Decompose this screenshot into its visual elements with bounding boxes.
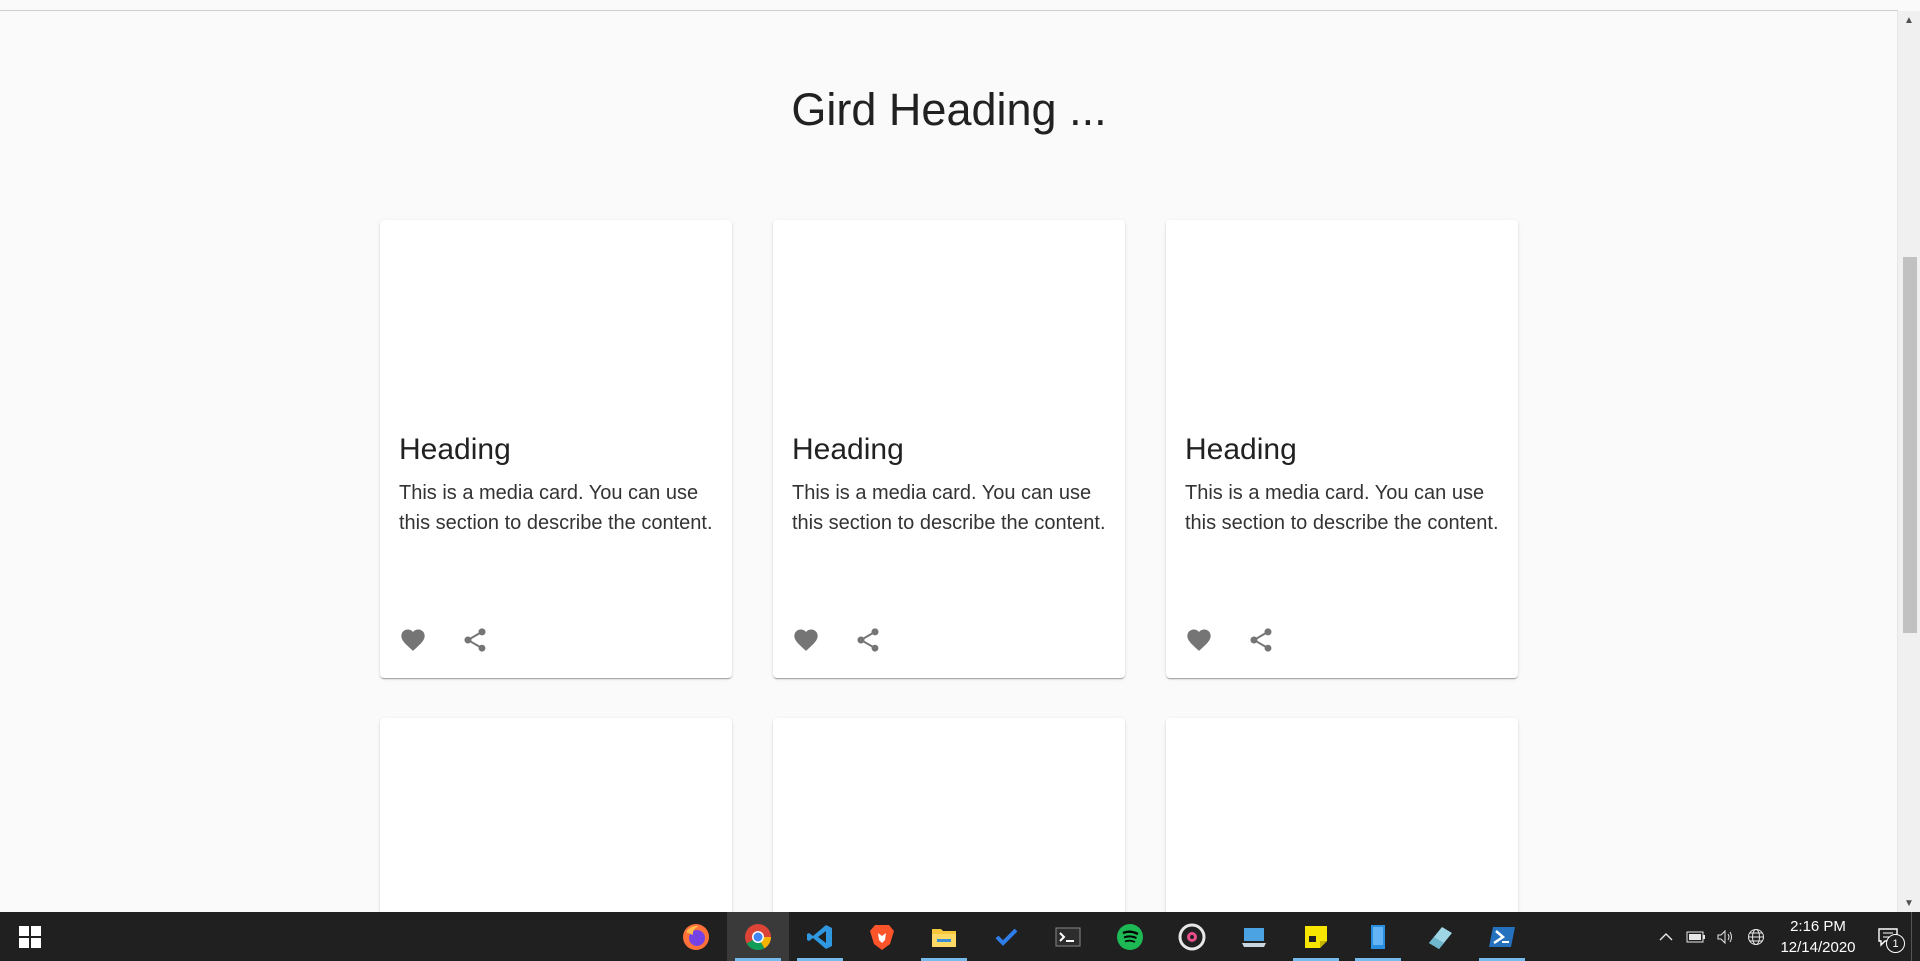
scroll-up-arrow-icon[interactable]: ▲ bbox=[1898, 11, 1920, 29]
file-explorer-icon[interactable] bbox=[913, 912, 975, 961]
card-title: Heading bbox=[792, 433, 904, 466]
grid-heading: Gird Heading ... bbox=[791, 84, 1107, 135]
system-tray: 2:16 PM 12/14/2020 1 bbox=[1651, 912, 1920, 961]
vertical-scrollbar[interactable]: ▲ ▼ bbox=[1897, 11, 1920, 912]
scroll-down-arrow-icon[interactable]: ▼ bbox=[1898, 894, 1920, 912]
notification-center-icon[interactable]: 1 bbox=[1865, 912, 1911, 961]
media-card: Heading This is a media card. You can us… bbox=[1166, 220, 1518, 678]
brave-icon[interactable] bbox=[851, 912, 913, 961]
card-actions bbox=[1185, 626, 1275, 654]
card-title: Heading bbox=[399, 433, 511, 466]
card-media bbox=[773, 220, 1125, 430]
card-media bbox=[1166, 220, 1518, 430]
share-icon[interactable] bbox=[1247, 626, 1275, 654]
volume-icon[interactable] bbox=[1711, 912, 1741, 961]
powershell-icon[interactable] bbox=[1471, 912, 1533, 961]
card-actions bbox=[399, 626, 489, 654]
card-title: Heading bbox=[1185, 433, 1297, 466]
firefox-icon[interactable] bbox=[665, 912, 727, 961]
spotify-icon[interactable] bbox=[1099, 912, 1161, 961]
eraser-app-icon[interactable] bbox=[1409, 912, 1471, 961]
card-description: This is a media card. You can use this s… bbox=[1185, 482, 1499, 534]
remote-desktop-icon[interactable] bbox=[1223, 912, 1285, 961]
battery-icon[interactable] bbox=[1681, 912, 1711, 961]
terminal-icon[interactable] bbox=[1037, 912, 1099, 961]
share-icon[interactable] bbox=[461, 626, 489, 654]
heart-icon[interactable] bbox=[399, 626, 427, 654]
page-viewport: Gird Heading ... Heading This is a media… bbox=[0, 11, 1898, 912]
clock-time: 2:16 PM bbox=[1790, 917, 1846, 935]
taskbar-clock[interactable]: 2:16 PM 12/14/2020 bbox=[1771, 916, 1865, 958]
vscode-icon[interactable] bbox=[789, 912, 851, 961]
scrollbar-thumb[interactable] bbox=[1903, 257, 1917, 633]
card-description: This is a media card. You can use this s… bbox=[792, 482, 1106, 534]
media-card bbox=[380, 718, 732, 912]
todo-check-icon[interactable] bbox=[975, 912, 1037, 961]
notepad-icon[interactable] bbox=[1347, 912, 1409, 961]
chrome-icon[interactable] bbox=[727, 912, 789, 961]
chevron-up-icon[interactable] bbox=[1651, 912, 1681, 961]
heart-icon[interactable] bbox=[792, 626, 820, 654]
browser-top-edge bbox=[0, 0, 1898, 11]
card-description: This is a media card. You can use this s… bbox=[399, 482, 713, 534]
share-icon[interactable] bbox=[854, 626, 882, 654]
media-card bbox=[1166, 718, 1518, 912]
sticky-notes-icon[interactable] bbox=[1285, 912, 1347, 961]
card-media bbox=[380, 220, 732, 430]
media-card: Heading This is a media card. You can us… bbox=[380, 220, 732, 678]
windows-start-icon[interactable] bbox=[0, 912, 60, 961]
media-card bbox=[773, 718, 1125, 912]
media-card: Heading This is a media card. You can us… bbox=[773, 220, 1125, 678]
show-desktop-button[interactable] bbox=[1911, 912, 1920, 961]
music-player-icon[interactable] bbox=[1161, 912, 1223, 961]
heart-icon[interactable] bbox=[1185, 626, 1213, 654]
card-actions bbox=[792, 626, 882, 654]
taskbar: 2:16 PM 12/14/2020 1 bbox=[0, 912, 1920, 961]
notification-count-badge: 1 bbox=[1886, 934, 1905, 953]
taskbar-apps bbox=[665, 912, 1533, 961]
network-globe-icon[interactable] bbox=[1741, 912, 1771, 961]
clock-date: 12/14/2020 bbox=[1780, 938, 1856, 956]
